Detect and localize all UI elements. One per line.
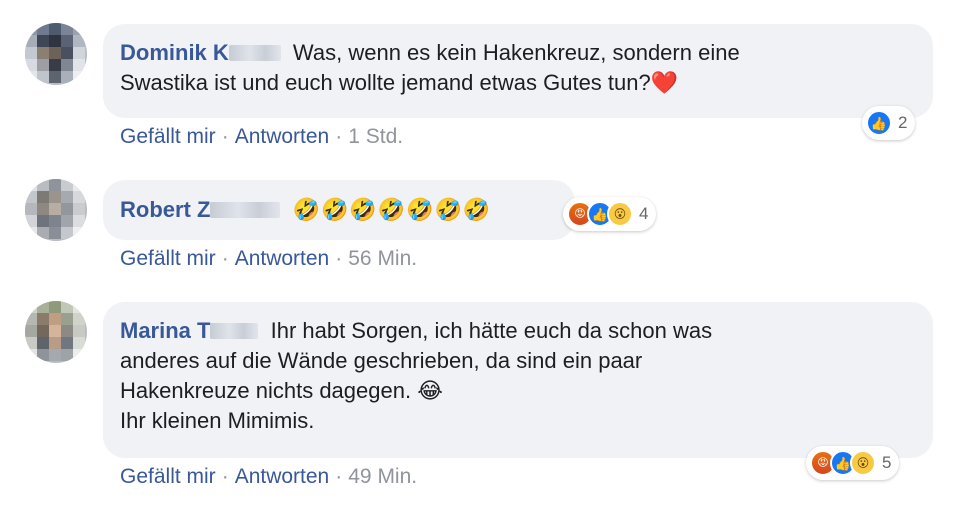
avatar[interactable] [25,23,87,85]
wow-icon: 😮 [850,450,876,476]
comment-bubble: Robert Z 🤣🤣🤣🤣🤣🤣🤣 [103,180,575,240]
separator: · [335,125,343,148]
reaction-summary[interactable]: 😡 👍 😮 5 [806,446,900,480]
reply-link[interactable]: Antworten [235,247,330,270]
comment-text: Ihr habt Sorgen, ich hätte euch da schon… [270,318,713,343]
comment-bubble: Dominik K Was, wenn es kein Hakenkreuz, … [103,24,933,118]
redacted-name [210,323,259,339]
reaction-summary[interactable]: 👍 2 [862,106,916,140]
reply-link[interactable]: Antworten [235,125,330,148]
author-name[interactable]: Dominik K [120,40,229,65]
separator: · [335,465,343,488]
separator: · [221,125,229,148]
reaction-summary[interactable]: 😡 👍 😮 4 [563,197,657,231]
redacted-name [228,45,281,61]
timestamp[interactable]: 56 Min. [348,247,417,270]
redacted-name [210,202,281,218]
author-name[interactable]: Robert Z [120,197,210,222]
timestamp[interactable]: 49 Min. [348,465,417,488]
avatar[interactable] [25,301,87,363]
comment-text: Swastika ist und euch wollte jemand etwa… [120,70,651,95]
author-name[interactable]: Marina T [120,318,210,343]
reaction-count: 4 [639,204,649,223]
separator: · [221,247,229,270]
like-icon: 👍 [866,110,892,136]
like-link[interactable]: Gefällt mir [120,247,216,270]
reaction-count: 5 [882,453,892,472]
avatar[interactable] [25,179,87,241]
comment-bubble: Marina T Ihr habt Sorgen, ich hätte euch… [103,302,933,458]
like-link[interactable]: Gefällt mir [120,125,216,148]
comment-actions: Gefällt mir · Antworten · 49 Min. [120,465,417,489]
like-link[interactable]: Gefällt mir [120,465,216,488]
separator: · [221,465,229,488]
comment-text: Hakenkreuze nichts dagegen. 😂 [120,378,443,403]
heart-emoji: ❤️ [650,70,679,95]
comment-text: Was, wenn es kein Hakenkreuz, sondern ei… [292,40,740,65]
comment-text: Ihr kleinen Mimimis. [120,408,315,433]
comment-actions: Gefällt mir · Antworten · 1 Std. [120,125,403,149]
reply-link[interactable]: Antworten [235,465,330,488]
comment-actions: Gefällt mir · Antworten · 56 Min. [120,247,417,271]
separator: · [335,247,343,270]
emoji-text: 🤣🤣🤣🤣🤣🤣🤣 [292,197,492,222]
comment-text: anderes auf die Wände geschrieben, da si… [120,348,643,373]
reaction-count: 2 [898,113,908,132]
wow-icon: 😮 [607,201,633,227]
timestamp[interactable]: 1 Std. [348,125,403,148]
